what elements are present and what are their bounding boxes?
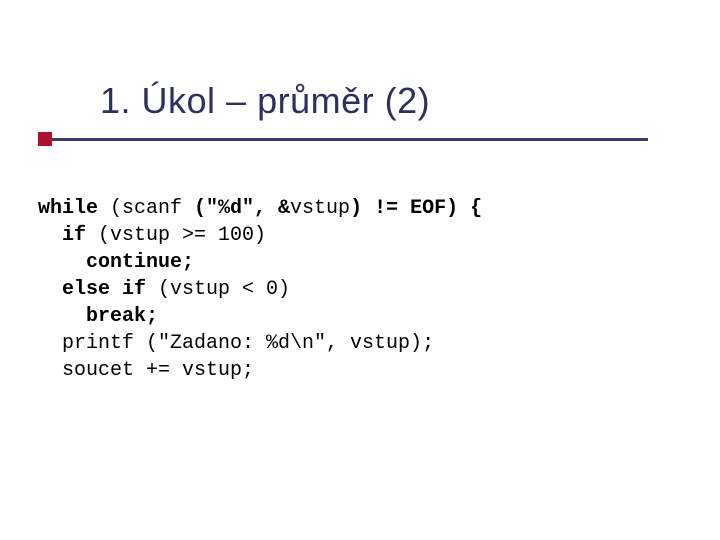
code-text: (scanf: [98, 197, 194, 220]
accent-square-icon: [38, 132, 52, 146]
code-bold: ) != EOF) {: [350, 197, 482, 220]
kw-elseif: else if: [38, 278, 146, 301]
slide: 1. Úkol – průměr (2) while (scanf ("%d",…: [0, 0, 720, 540]
title-wrap: 1. Úkol – průměr (2): [100, 80, 680, 122]
code-text: (vstup < 0): [146, 278, 290, 301]
code-block: while (scanf ("%d", &vstup) != EOF) { if…: [38, 195, 690, 384]
kw-continue: continue;: [38, 251, 194, 274]
title-underline: [38, 138, 648, 141]
slide-title: 1. Úkol – průměr (2): [100, 80, 430, 121]
code-text: printf ("Zadano: %d\n", vstup);: [38, 332, 434, 355]
kw-if: if: [38, 224, 86, 247]
code-text: (vstup >= 100): [86, 224, 266, 247]
kw-break: break;: [38, 305, 158, 328]
code-bold: ("%d", &: [194, 197, 290, 220]
code-text: soucet += vstup;: [38, 359, 254, 382]
kw-while: while: [38, 197, 98, 220]
code-text: vstup: [290, 197, 350, 220]
